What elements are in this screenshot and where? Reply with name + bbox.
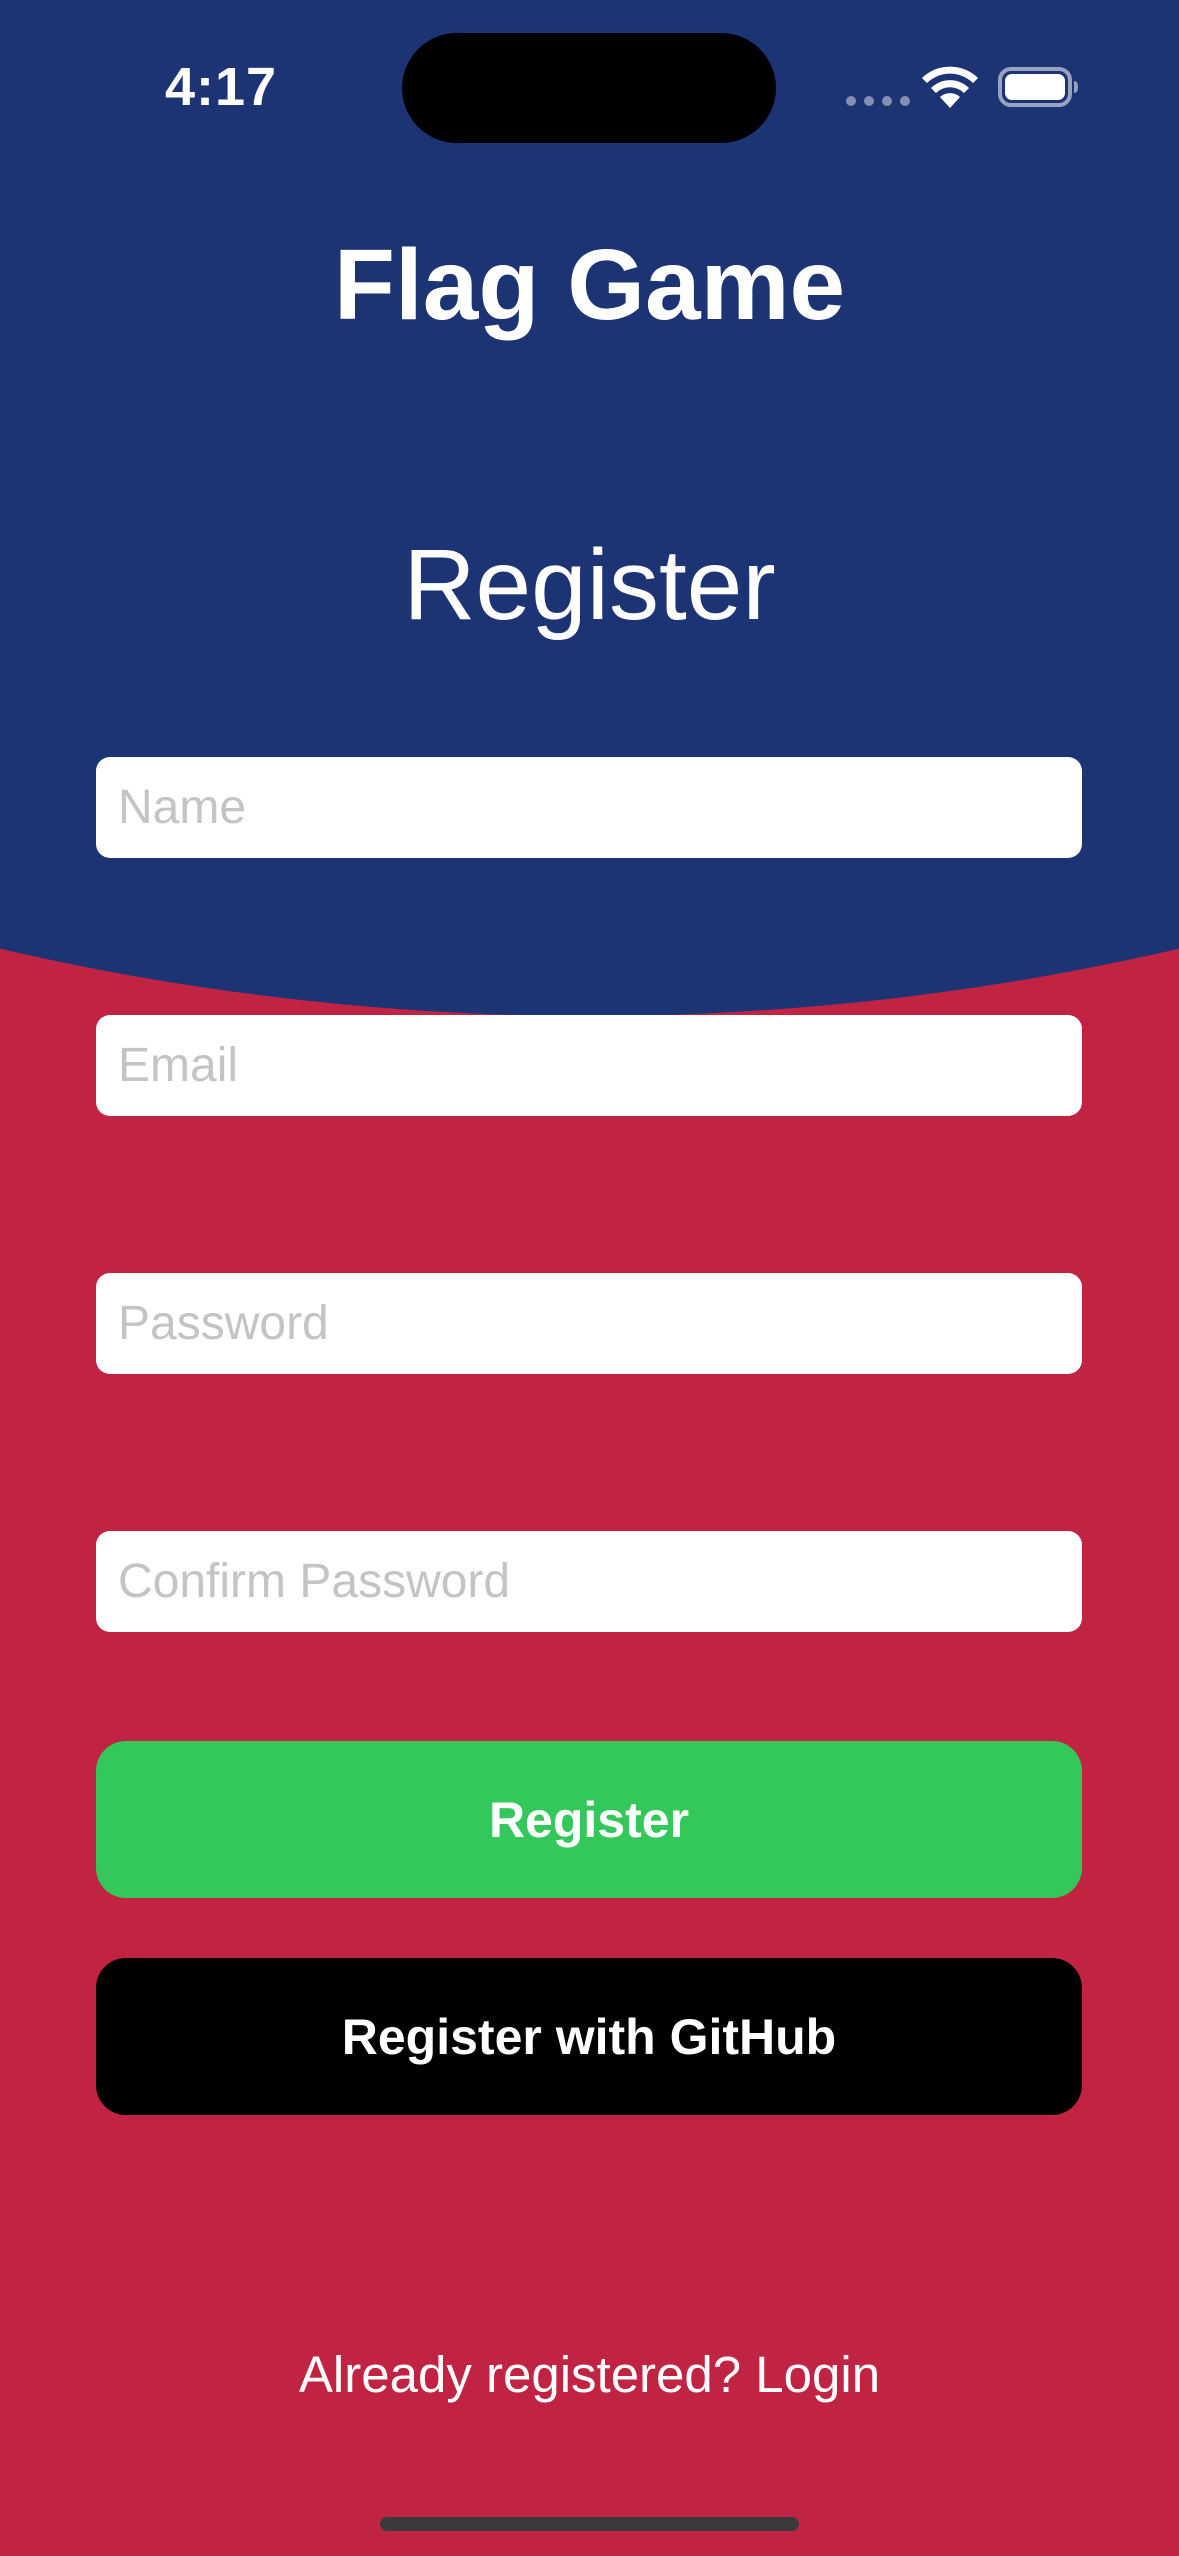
dynamic-island xyxy=(402,33,776,143)
email-field[interactable] xyxy=(96,1015,1082,1116)
battery-icon xyxy=(998,67,1078,107)
page-title: Register xyxy=(403,529,776,641)
blue-header-arc xyxy=(0,0,1179,1016)
register-button[interactable]: Register xyxy=(96,1741,1082,1898)
password-field[interactable] xyxy=(96,1273,1082,1374)
confirm-password-field[interactable] xyxy=(96,1531,1082,1632)
wifi-icon xyxy=(922,66,978,108)
register-screen: 4:17 Flag Game Register Register Registe… xyxy=(0,0,1179,2556)
app-title: Flag Game xyxy=(333,229,846,341)
home-indicator xyxy=(380,2517,799,2531)
login-link[interactable]: Already registered? Login xyxy=(0,2345,1179,2404)
signal-dots-icon xyxy=(846,96,910,106)
name-field[interactable] xyxy=(96,757,1082,858)
register-with-github-button[interactable]: Register with GitHub xyxy=(96,1958,1082,2115)
status-time: 4:17 xyxy=(165,57,278,117)
